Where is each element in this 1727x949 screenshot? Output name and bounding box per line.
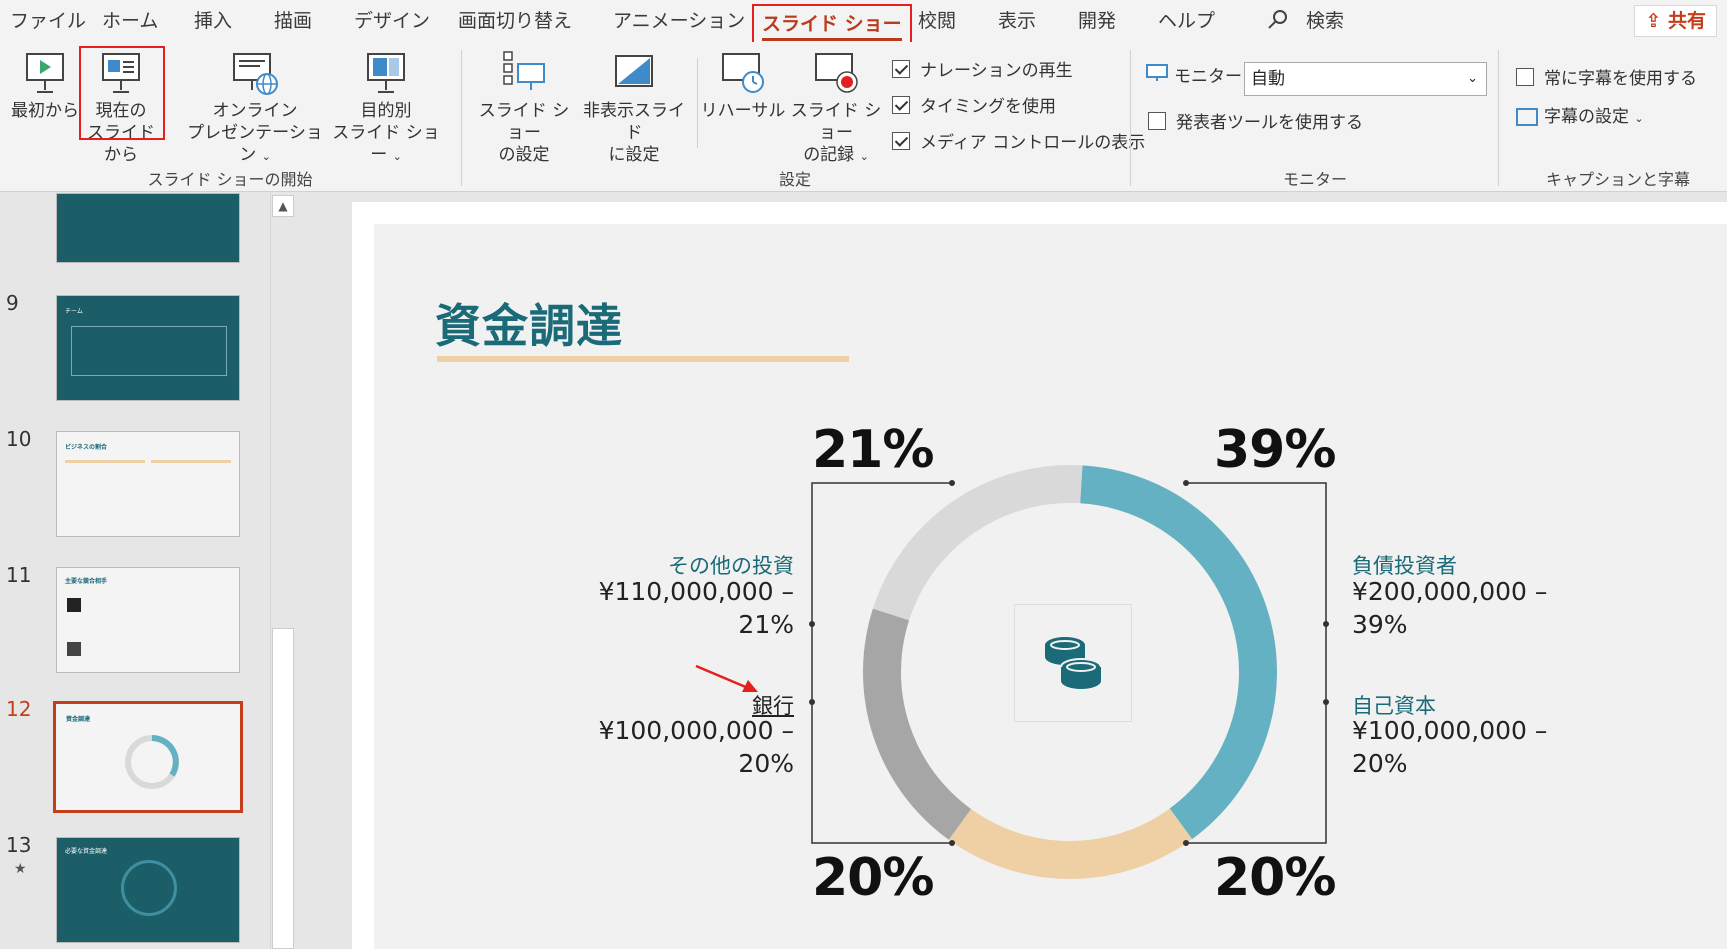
equity-value: ¥100,000,000 – 20%: [1352, 716, 1548, 778]
bank-value: ¥100,000,000 – 20%: [598, 716, 794, 778]
percent-top-left: 21%: [812, 420, 934, 480]
percent-top-right: 39%: [1214, 420, 1336, 480]
red-arrow-icon: [695, 664, 749, 690]
percent-bottom-right: 20%: [1214, 848, 1336, 908]
debt-investors-value: ¥200,000,000 – 39%: [1352, 577, 1548, 639]
percent-bottom-left: 20%: [812, 848, 934, 908]
other-investment-value: ¥110,000,000 – 21%: [598, 577, 794, 639]
